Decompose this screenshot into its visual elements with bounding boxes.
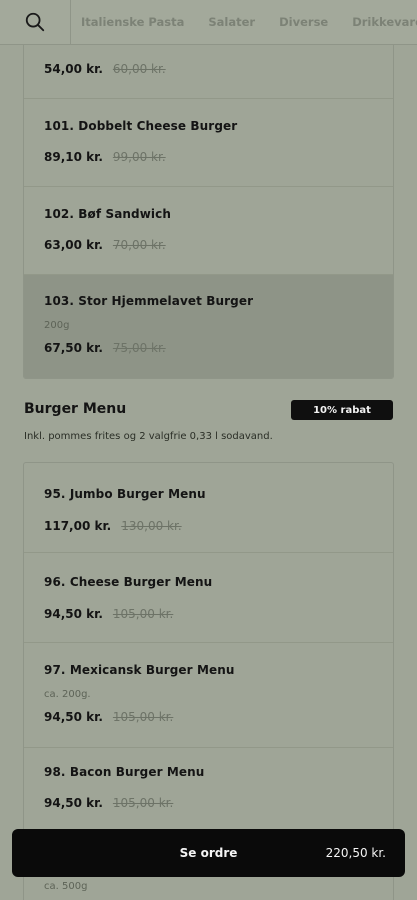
- item-price: 54,00 kr.: [44, 62, 103, 76]
- price-row: 67,50 kr. 75,00 kr.: [44, 341, 166, 355]
- search-icon: [25, 12, 45, 32]
- discount-badge: 10% rabat: [291, 400, 393, 420]
- view-order-button[interactable]: Se ordre 220,50 kr.: [12, 829, 405, 877]
- item-name: 103. Stor Hjemmelavet Burger: [44, 294, 254, 308]
- price-row: 54,00 kr. 60,00 kr.: [44, 62, 166, 76]
- item-old-price: 75,00 kr.: [112, 341, 166, 355]
- item-name: 96. Cheese Burger Menu: [44, 575, 213, 589]
- category-description: Inkl. pommes frites og 2 valgfrie 0,33 l…: [24, 431, 273, 442]
- price-row: 94,50 kr. 105,00 kr.: [44, 796, 173, 810]
- menu-item[interactable]: 54,00 kr. 60,00 kr.: [24, 44, 393, 99]
- item-description: ca. 500g: [44, 881, 88, 892]
- menu-item[interactable]: 103. Stor Hjemmelavet Burger 200g 67,50 …: [24, 275, 393, 378]
- item-name: 97. Mexicansk Burger Menu: [44, 663, 235, 677]
- item-old-price: 105,00 kr.: [112, 796, 174, 810]
- category-nav: Italienske Pasta Salater Diverse Drikkev…: [0, 0, 417, 45]
- tab-drikkevarer[interactable]: Drikkevarer: [352, 15, 417, 29]
- item-price: 94,50 kr.: [44, 710, 103, 724]
- tab-salater[interactable]: Salater: [208, 15, 255, 29]
- tab-diverse[interactable]: Diverse: [279, 15, 328, 29]
- price-row: 94,50 kr. 105,00 kr.: [44, 607, 173, 621]
- item-name: 101. Dobbelt Cheese Burger: [44, 119, 238, 133]
- tab-italienske-pasta[interactable]: Italienske Pasta: [81, 15, 184, 29]
- item-price: 117,00 kr.: [44, 519, 112, 533]
- menu-item[interactable]: 97. Mexicansk Burger Menu ca. 200g. 94,5…: [24, 643, 393, 748]
- item-name: 98. Bacon Burger Menu: [44, 765, 205, 779]
- item-price: 67,50 kr.: [44, 341, 103, 355]
- item-price: 94,50 kr.: [44, 796, 103, 810]
- item-price: 94,50 kr.: [44, 607, 103, 621]
- menu-item[interactable]: 102. Bøf Sandwich 63,00 kr. 70,00 kr.: [24, 187, 393, 275]
- item-description: 200g: [44, 320, 70, 331]
- search-button[interactable]: [0, 0, 71, 44]
- item-old-price: 60,00 kr.: [112, 62, 166, 76]
- price-row: 94,50 kr. 105,00 kr.: [44, 710, 173, 724]
- menu-item[interactable]: 98. Bacon Burger Menu 94,50 kr. 105,00 k…: [24, 748, 393, 838]
- price-row: 63,00 kr. 70,00 kr.: [44, 238, 166, 252]
- price-row: 89,10 kr. 99,00 kr.: [44, 150, 166, 164]
- price-row: 117,00 kr. 130,00 kr.: [44, 519, 182, 533]
- item-description: ca. 200g.: [44, 689, 91, 700]
- item-old-price: 99,00 kr.: [112, 150, 166, 164]
- item-old-price: 105,00 kr.: [112, 607, 174, 621]
- category-title: Burger Menu: [24, 401, 127, 417]
- item-name: 95. Jumbo Burger Menu: [44, 487, 206, 501]
- item-name: 102. Bøf Sandwich: [44, 207, 172, 221]
- menu-item[interactable]: 101. Dobbelt Cheese Burger 89,10 kr. 99,…: [24, 99, 393, 187]
- order-total: 220,50 kr.: [325, 846, 386, 860]
- menu-item[interactable]: 95. Jumbo Burger Menu 117,00 kr. 130,00 …: [24, 463, 393, 553]
- item-old-price: 130,00 kr.: [121, 519, 182, 533]
- category-tabs: Italienske Pasta Salater Diverse Drikkev…: [71, 15, 417, 29]
- item-old-price: 105,00 kr.: [112, 710, 174, 724]
- item-price: 89,10 kr.: [44, 150, 103, 164]
- item-old-price: 70,00 kr.: [112, 238, 166, 252]
- item-price: 63,00 kr.: [44, 238, 103, 252]
- menu-item[interactable]: 96. Cheese Burger Menu 94,50 kr. 105,00 …: [24, 553, 393, 643]
- burger-list-card: 54,00 kr. 60,00 kr. 101. Dobbelt Cheese …: [23, 44, 394, 379]
